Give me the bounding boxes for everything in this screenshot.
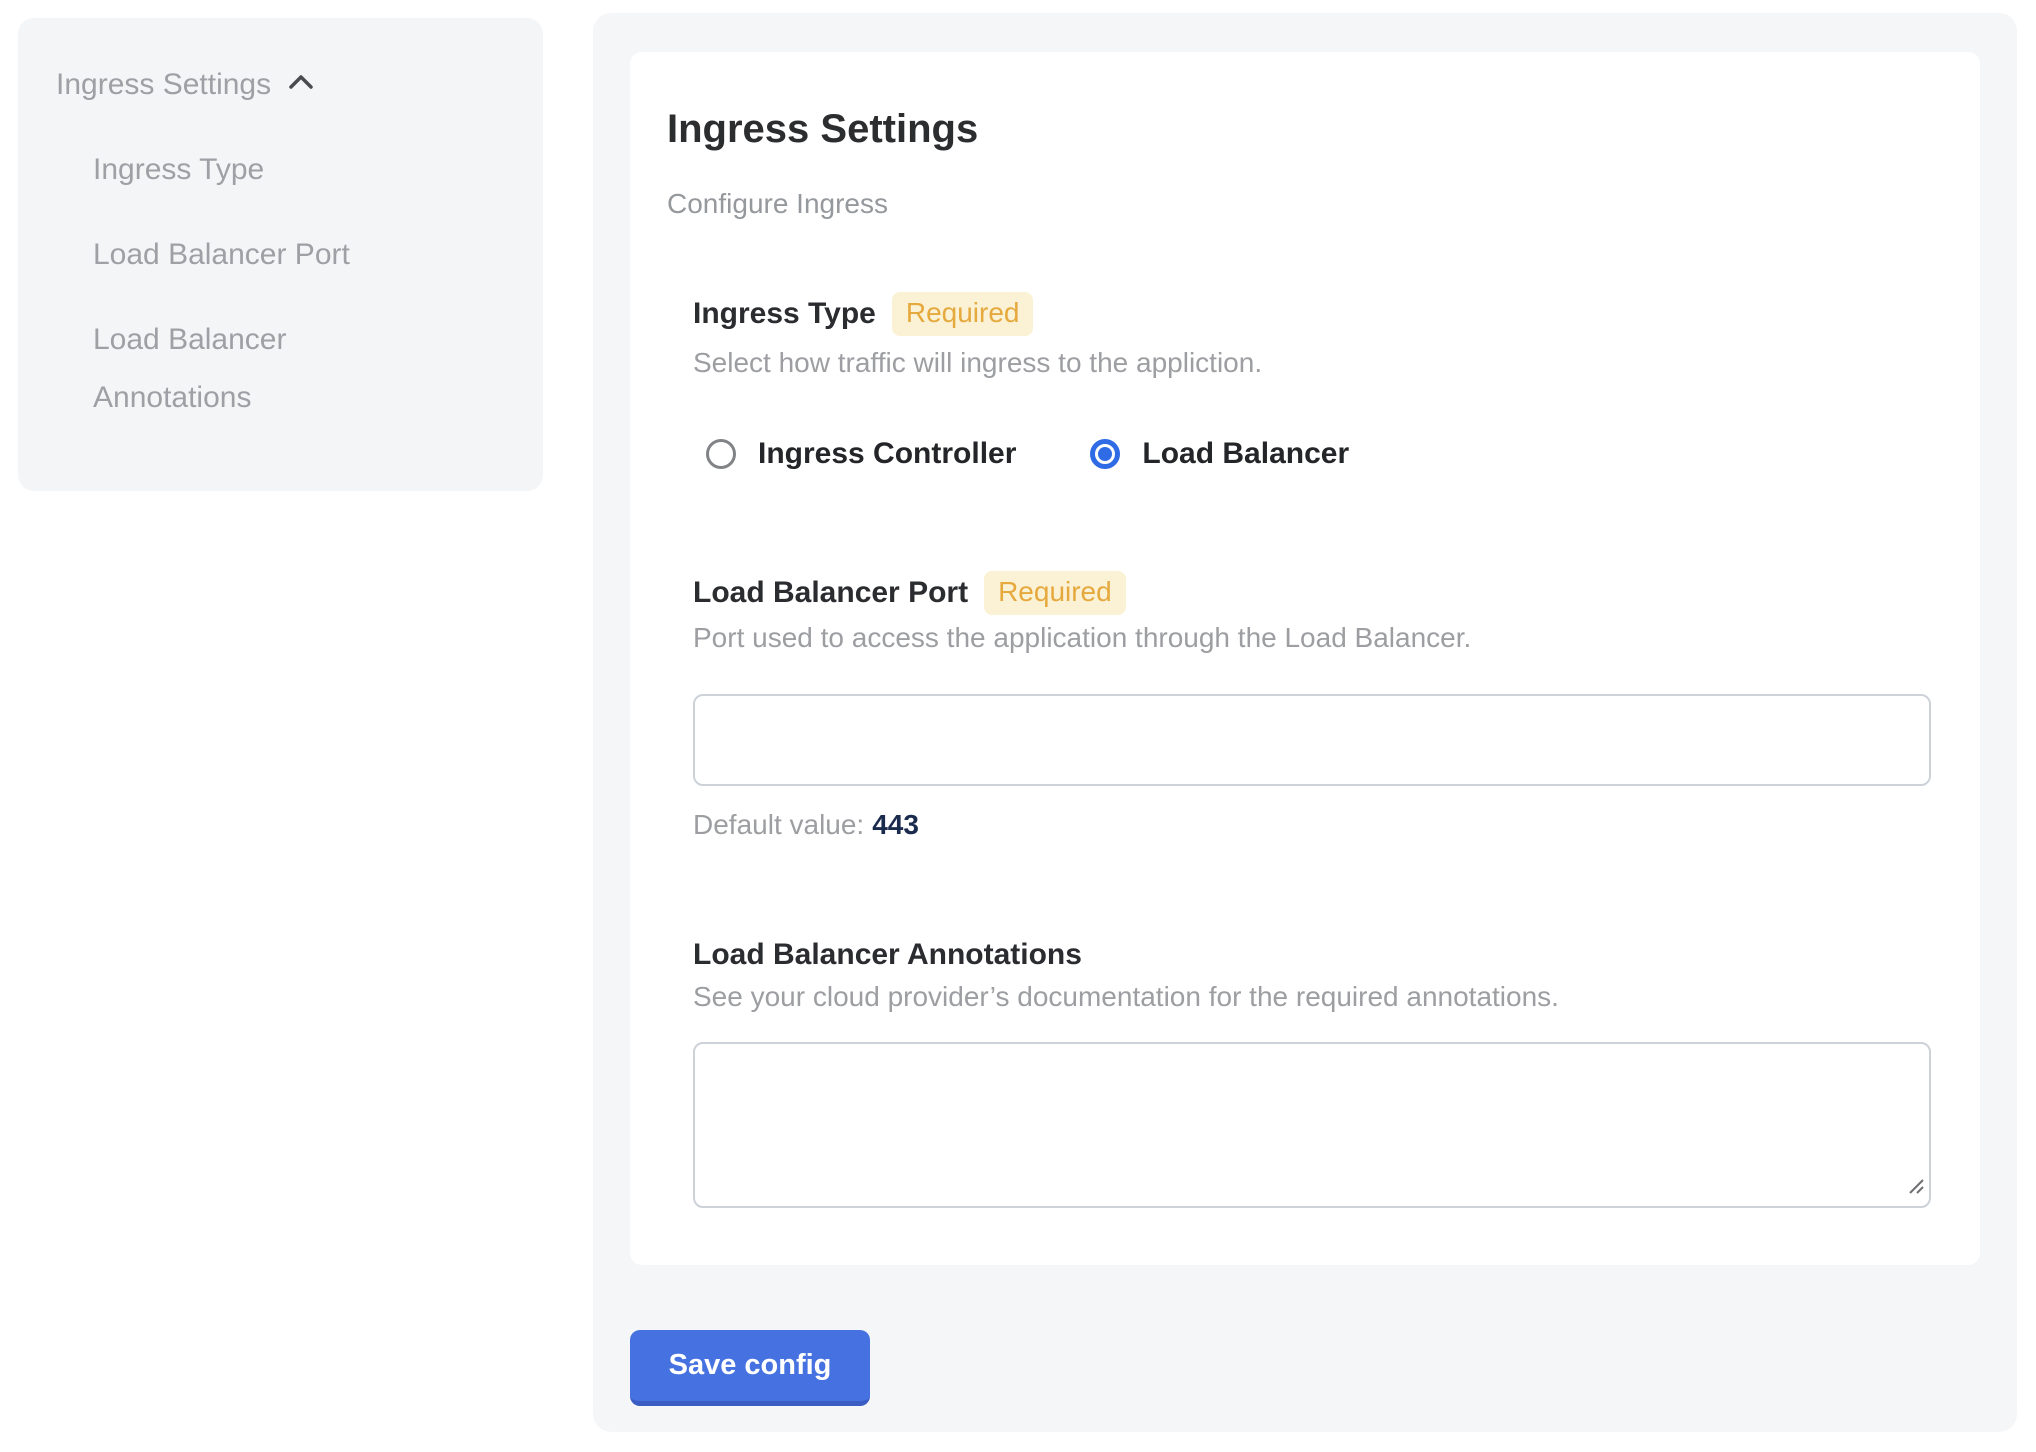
ingress-type-radio-group: Ingress Controller Load Balancer xyxy=(706,437,1349,471)
save-config-button[interactable]: Save config xyxy=(630,1330,870,1406)
required-badge: Required xyxy=(984,571,1126,615)
default-value-hint: Default value: 443 xyxy=(693,808,919,842)
ingress-type-description: Select how traffic will ingress to the a… xyxy=(693,346,1262,380)
sidebar-section-label: Ingress Settings xyxy=(56,66,271,104)
ingress-type-label-row: Ingress Type Required xyxy=(693,292,1033,336)
default-value-number: 443 xyxy=(872,809,919,840)
radio-option-ingress-controller[interactable]: Ingress Controller xyxy=(706,437,1016,471)
page-subtitle: Configure Ingress xyxy=(667,187,888,221)
required-badge: Required xyxy=(892,292,1034,336)
sidebar-item-load-balancer-annotations[interactable]: Load Balancer Annotations xyxy=(93,311,403,427)
load-balancer-annotations-label: Load Balancer Annotations xyxy=(693,933,1082,977)
radio-option-load-balancer[interactable]: Load Balancer xyxy=(1090,437,1349,471)
load-balancer-port-description: Port used to access the application thro… xyxy=(693,621,1471,655)
load-balancer-port-label-row: Load Balancer Port Required xyxy=(693,571,1126,615)
radio-ingress-controller[interactable] xyxy=(706,439,736,469)
load-balancer-annotations-label-row: Load Balancer Annotations xyxy=(693,933,1082,977)
page-title: Ingress Settings xyxy=(667,105,978,153)
load-balancer-annotations-field xyxy=(693,1042,1931,1208)
load-balancer-port-label: Load Balancer Port xyxy=(693,571,968,615)
ingress-type-label: Ingress Type xyxy=(693,292,876,336)
ingress-settings-card: Ingress Settings Configure Ingress Ingre… xyxy=(630,52,1980,1265)
load-balancer-annotations-description: See your cloud provider’s documentation … xyxy=(693,980,1559,1014)
load-balancer-annotations-textarea[interactable] xyxy=(693,1042,1931,1208)
sidebar-section-ingress-settings[interactable]: Ingress Settings xyxy=(56,66,505,104)
radio-load-balancer[interactable] xyxy=(1090,439,1120,469)
settings-sidebar: Ingress Settings Ingress Type Load Balan… xyxy=(18,18,543,491)
sidebar-anchor-list: Ingress Type Load Balancer Port Load Bal… xyxy=(93,141,403,427)
default-value-label: Default value: xyxy=(693,809,864,840)
radio-label-ingress-controller: Ingress Controller xyxy=(758,437,1016,471)
chevron-up-icon xyxy=(287,66,315,104)
radio-label-load-balancer: Load Balancer xyxy=(1142,437,1349,471)
load-balancer-port-input[interactable] xyxy=(693,694,1931,786)
sidebar-item-load-balancer-port[interactable]: Load Balancer Port xyxy=(93,226,403,284)
sidebar-item-ingress-type[interactable]: Ingress Type xyxy=(93,141,403,199)
ingress-settings-panel: Ingress Settings Configure Ingress Ingre… xyxy=(593,13,2017,1432)
